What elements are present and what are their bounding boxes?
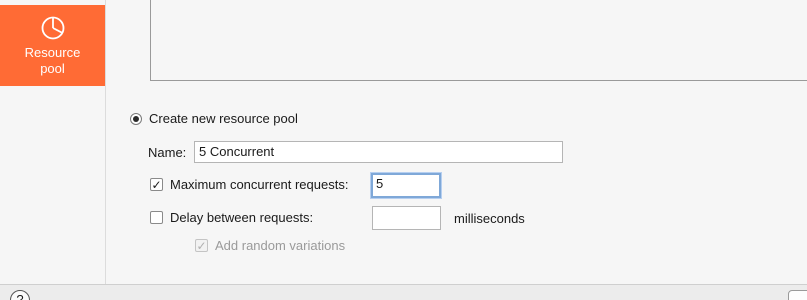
create-new-pool-option[interactable]: Create new resource pool: [130, 111, 298, 126]
max-concurrent-row[interactable]: ✓ Maximum concurrent requests:: [150, 177, 348, 192]
random-variations-row[interactable]: ✓ Add random variations: [195, 238, 345, 253]
random-variations-label: Add random variations: [215, 238, 346, 253]
existing-pools-list[interactable]: [150, 0, 807, 81]
create-new-pool-radio[interactable]: [130, 112, 142, 125]
delay-label: Delay between requests:: [170, 210, 314, 225]
name-row: Name:: [148, 145, 186, 160]
delay-input[interactable]: [372, 206, 441, 230]
name-label: Name:: [148, 145, 187, 160]
delay-row[interactable]: Delay between requests:: [150, 210, 313, 225]
delay-unit-row: milliseconds: [454, 211, 525, 226]
dialog-footer: ?: [0, 284, 807, 300]
random-variations-checkbox[interactable]: ✓: [195, 239, 208, 252]
delay-unit-label: milliseconds: [454, 211, 525, 226]
delay-checkbox[interactable]: [150, 211, 163, 224]
main-content: Create new resource pool Name: 5 Concurr…: [106, 0, 807, 284]
help-icon[interactable]: ?: [10, 290, 30, 300]
sidebar: Resource pool: [0, 0, 106, 284]
create-new-pool-label: Create new resource pool: [149, 111, 298, 126]
sidebar-item-resource-pool[interactable]: Resource pool: [0, 5, 105, 86]
pie-chart-icon: [40, 15, 66, 41]
resource-pool-dialog: Resource pool Create new resource pool N…: [0, 0, 807, 300]
footer-button[interactable]: [788, 290, 807, 300]
max-concurrent-input[interactable]: 5: [371, 173, 441, 198]
max-concurrent-checkbox[interactable]: ✓: [150, 178, 163, 191]
pool-name-input[interactable]: 5 Concurrent: [194, 141, 563, 163]
max-concurrent-label: Maximum concurrent requests:: [170, 177, 349, 192]
sidebar-item-label: Resource pool: [24, 45, 81, 76]
